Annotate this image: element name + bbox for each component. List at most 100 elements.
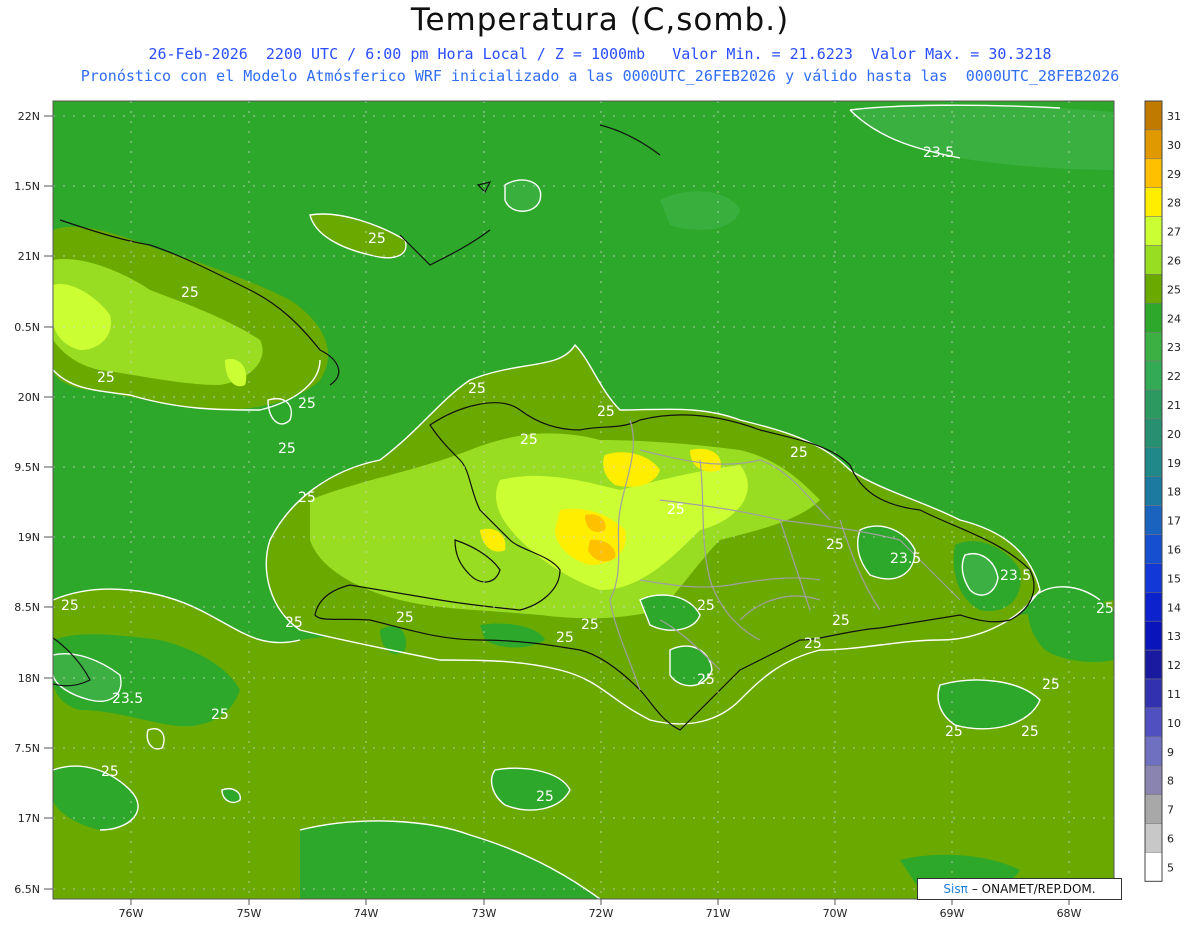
colorbar-swatch — [1144, 447, 1163, 477]
latitude-axis: 22N 1.5N 21N 0.5N 20N 9.5N 19N 8.5N 18N … — [14, 110, 40, 896]
lat-tick-label: 6.5N — [14, 883, 40, 896]
colorbar-swatch — [1144, 794, 1163, 824]
colorbar-label: 5 — [1167, 861, 1174, 874]
colorbar-swatch — [1144, 852, 1163, 882]
svg-text:25: 25 — [101, 764, 119, 780]
lat-tick-label: 1.5N — [14, 180, 40, 193]
contour-label: 25 — [597, 404, 615, 420]
contour-label: 23.5 — [1000, 568, 1031, 584]
colorbar-label: 6 — [1167, 833, 1174, 846]
colorbar-swatch — [1144, 100, 1163, 131]
lat-tick-label: 22N — [18, 110, 40, 123]
colorbar-swatch — [1144, 678, 1163, 709]
contour-label: 25 — [581, 617, 599, 633]
contour-label: 23.5 — [923, 145, 954, 161]
colorbar-swatch — [1144, 765, 1163, 795]
colorbar-swatch — [1144, 360, 1163, 391]
contour-label: 25 — [298, 396, 316, 412]
colorbar-swatch — [1144, 129, 1163, 160]
colorbar-label: 17 — [1167, 515, 1181, 528]
colorbar-label: 9 — [1167, 746, 1174, 759]
contour-label: 25 — [1042, 677, 1060, 693]
contour-label: 25 — [278, 441, 296, 457]
lon-tick-label: 73W — [472, 907, 497, 920]
svg-text:25: 25 — [211, 707, 229, 723]
lat-tick-label: 20N — [18, 391, 40, 404]
contour-label: 25 — [368, 231, 386, 247]
contour-label: 25 — [285, 615, 303, 631]
lon-tick-label: 69W — [940, 907, 965, 920]
colorbar-label: 29 — [1167, 168, 1181, 181]
contour-label: 25 — [556, 630, 574, 646]
svg-text:25: 25 — [536, 789, 554, 805]
colorbar-label: 20 — [1167, 428, 1181, 441]
colorbar-label: 28 — [1167, 197, 1181, 210]
colorbar-swatch — [1144, 303, 1163, 333]
lat-tick-label: 0.5N — [14, 321, 40, 334]
lon-tick-label: 74W — [354, 907, 379, 920]
contour-label: 25 — [697, 672, 715, 688]
lat-tick-label: 8.5N — [14, 601, 40, 614]
colorbar: 31 30 29 28 27 26 25 24 23 22 21 20 19 18 17 16 15 14 13 12… — [1144, 100, 1181, 882]
contour-label: 23.5 — [112, 691, 143, 707]
colorbar-label: 8 — [1167, 775, 1174, 788]
sispi-logo: Sisπ — [943, 882, 968, 896]
contour-label: 25 — [1096, 601, 1114, 617]
lat-tick-label: 7.5N — [14, 742, 40, 755]
colorbar-label: 21 — [1167, 399, 1181, 412]
lat-tick-label: 9.5N — [14, 461, 40, 474]
colorbar-swatch — [1144, 563, 1163, 593]
contour-label: 25 — [181, 285, 199, 301]
colorbar-swatch — [1144, 158, 1163, 188]
colorbar-label: 26 — [1167, 255, 1181, 268]
colorbar-swatch — [1144, 592, 1163, 622]
colorbar-label: 27 — [1167, 226, 1181, 239]
colorbar-label: 7 — [1167, 804, 1174, 817]
colorbar-label: 11 — [1167, 688, 1181, 701]
contour-label: 25 — [804, 636, 822, 652]
lon-tick-label: 70W — [823, 907, 848, 920]
colorbar-swatch — [1144, 649, 1163, 680]
colorbar-swatch — [1144, 707, 1163, 738]
colorbar-swatch — [1144, 245, 1163, 275]
colorbar-swatch — [1144, 505, 1163, 535]
lon-tick-label: 71W — [706, 907, 731, 920]
colorbar-swatch — [1144, 476, 1163, 506]
colorbar-label: 19 — [1167, 457, 1181, 470]
contour-label: 25 — [396, 610, 414, 626]
colorbar-label: 16 — [1167, 544, 1181, 557]
lat-ticks — [44, 115, 53, 890]
contour-label: 25 — [945, 724, 963, 740]
contour-label: 25 — [468, 381, 486, 397]
colorbar-swatch — [1144, 216, 1163, 246]
credit-text: – ONAMET/REP.DOM. — [971, 882, 1096, 896]
contour-label: 25 — [61, 598, 79, 614]
colorbar-swatch — [1144, 187, 1163, 217]
colorbar-label: 23 — [1167, 341, 1181, 354]
colorbar-label: 12 — [1167, 659, 1181, 672]
colorbar-label: 24 — [1167, 312, 1181, 325]
colorbar-label: 14 — [1167, 601, 1181, 614]
colorbar-label: 31 — [1167, 110, 1181, 123]
colorbar-swatch — [1144, 620, 1163, 651]
colorbar-swatch — [1144, 736, 1163, 766]
colorbar-swatch — [1144, 389, 1163, 420]
longitude-axis: 76W 75W 74W 73W 72W 71W 70W 69W 68W — [119, 907, 1082, 920]
lat-tick-label: 21N — [18, 250, 40, 263]
lat-tick-label: 18N — [18, 672, 40, 685]
colorbar-swatch — [1144, 274, 1163, 304]
contour-label: 25 — [298, 490, 316, 506]
colorbar-label: 22 — [1167, 370, 1181, 383]
colorbar-swatch — [1144, 418, 1163, 449]
contour-label: 25 — [826, 537, 844, 553]
lat-tick-label: 17N — [18, 812, 40, 825]
colorbar-swatch — [1144, 823, 1163, 853]
lon-tick-label: 76W — [119, 907, 144, 920]
contour-label: 25 — [1021, 724, 1039, 740]
contour-label: 25 — [832, 613, 850, 629]
colorbar-label: 30 — [1167, 139, 1181, 152]
contour-label: 23.5 — [890, 551, 921, 567]
map-area: 25 25 25 25 25 25 25 25 25 25 25 25 25 2… — [53, 101, 1114, 899]
contour-label: 25 — [667, 502, 685, 518]
contour-label: 25 — [697, 598, 715, 614]
